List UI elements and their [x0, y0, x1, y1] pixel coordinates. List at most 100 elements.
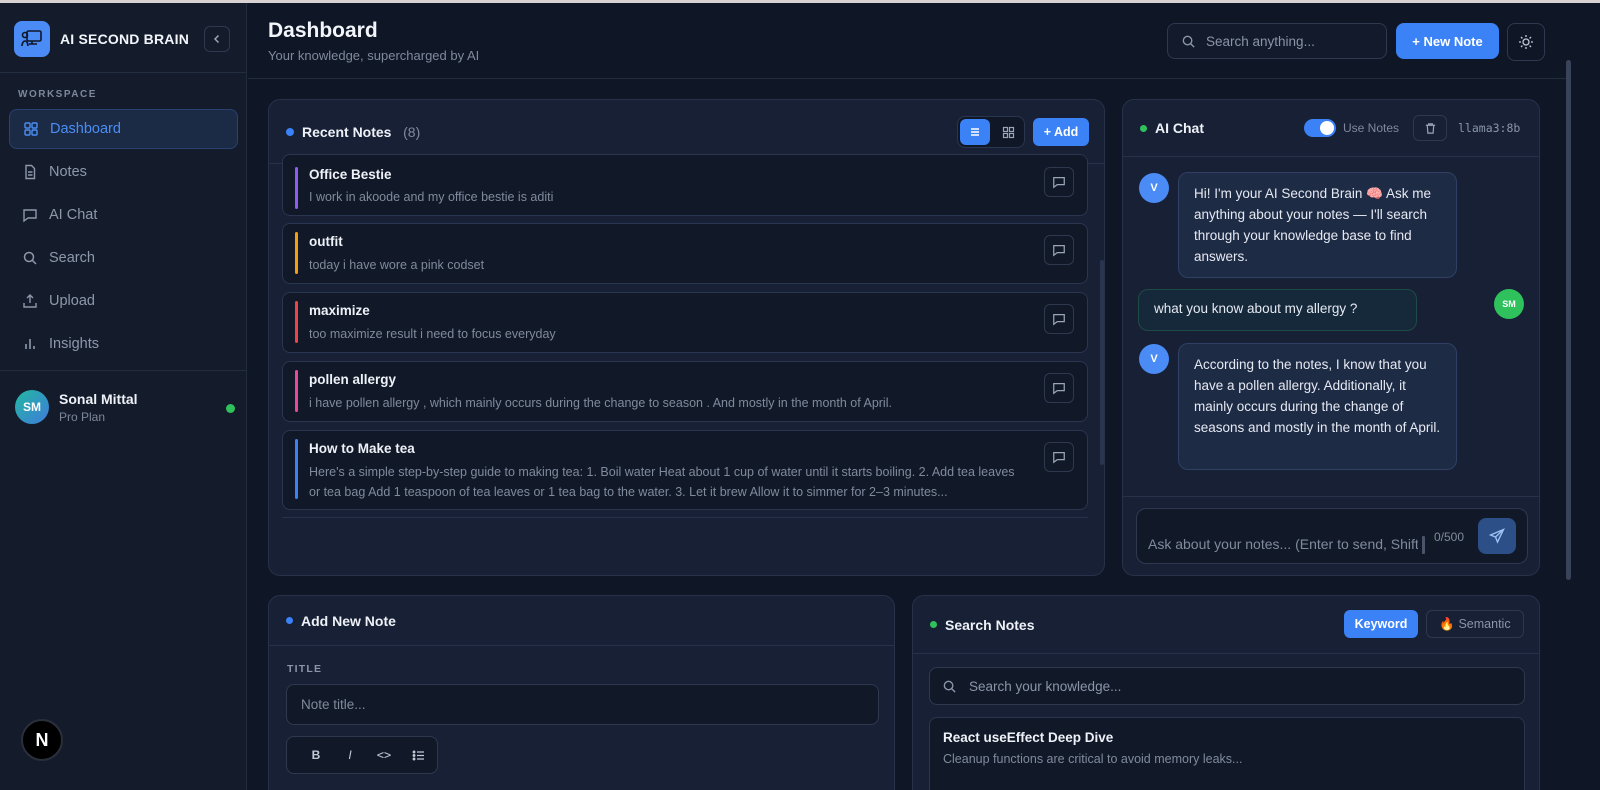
- sidebar-item-search[interactable]: Search: [9, 238, 238, 278]
- list-item[interactable]: Office Bestie I work in akoode and my of…: [282, 154, 1088, 216]
- message-icon: [21, 207, 38, 224]
- bold-button[interactable]: B: [299, 742, 333, 768]
- sidebar-item-insights[interactable]: Insights: [9, 324, 238, 364]
- note-title: How to Make tea: [309, 441, 415, 456]
- chat-with-note-button[interactable]: [1044, 442, 1074, 472]
- theme-toggle-button[interactable]: [1507, 23, 1545, 61]
- message-icon: [1053, 452, 1065, 464]
- search-placeholder: Search your knowledge...: [969, 678, 1122, 694]
- bot-message: Hi! I'm your AI Second Brain 🧠 Ask me an…: [1178, 172, 1457, 278]
- note-title: pollen allergy: [309, 372, 397, 387]
- semantic-mode-button[interactable]: 🔥 Semantic: [1426, 610, 1524, 638]
- list-item[interactable]: maximize too maximize result i need to f…: [282, 292, 1088, 353]
- user-profile[interactable]: SM Sonal Mittal Pro Plan: [15, 390, 235, 424]
- sidebar-item-ai-chat[interactable]: AI Chat: [9, 195, 238, 235]
- sidebar-item-label: Insights: [49, 336, 99, 352]
- brain-computer-icon: [14, 21, 50, 57]
- sidebar-item-label: Upload: [49, 293, 95, 309]
- recent-notes-title: Recent Notes (8): [302, 124, 420, 140]
- global-search-input[interactable]: Search anything...: [1167, 23, 1387, 59]
- use-notes-label: Use Notes: [1343, 121, 1400, 135]
- send-button[interactable]: [1478, 518, 1516, 554]
- list-divider: [282, 517, 1088, 518]
- note-color-bar: [295, 301, 298, 343]
- brand[interactable]: AI SECOND BRAIN: [14, 21, 189, 57]
- use-notes-toggle[interactable]: [1304, 119, 1336, 137]
- sidebar-item-label: AI Chat: [49, 207, 98, 223]
- result-body: Cleanup functions are critical to avoid …: [943, 752, 1243, 766]
- status-dot: [930, 621, 937, 628]
- online-status-dot: [226, 404, 235, 413]
- note-title: Office Bestie: [309, 167, 392, 182]
- upload-icon: [21, 293, 38, 310]
- search-notes-card: Search Notes Keyword 🔥 Semantic Search y…: [912, 595, 1540, 790]
- note-color-bar: [295, 370, 298, 412]
- sidebar-item-notes[interactable]: Notes: [9, 152, 238, 192]
- grid-view-button[interactable]: [993, 119, 1023, 145]
- sidebar-divider: [0, 72, 247, 73]
- add-note-card: Add New Note TITLE Note title... B I <>: [268, 595, 895, 790]
- search-icon: [21, 250, 38, 267]
- trash-icon: [1425, 122, 1435, 134]
- sun-icon: [1519, 35, 1533, 49]
- list-item[interactable]: outfit today i have wore a pink codset: [282, 223, 1088, 284]
- bar-chart-icon: [21, 336, 38, 353]
- add-note-button[interactable]: + Add: [1033, 118, 1089, 146]
- note-title: outfit: [309, 234, 343, 249]
- chat-with-note-button[interactable]: [1044, 373, 1074, 403]
- note-body: today i have wore a pink codset: [309, 258, 485, 272]
- page-title: Dashboard: [268, 19, 378, 42]
- note-title-input[interactable]: Note title...: [286, 684, 879, 725]
- page-scrollbar[interactable]: [1566, 60, 1571, 580]
- sidebar-item-label: Notes: [49, 164, 87, 180]
- search-result-item[interactable]: React useEffect Deep Dive Cleanup functi…: [929, 717, 1525, 790]
- keyword-mode-button[interactable]: Keyword: [1344, 610, 1418, 638]
- message-icon: [1053, 245, 1065, 257]
- ai-chat-header: AI Chat Use Notes llama3:8b: [1123, 100, 1539, 157]
- bot-avatar: V: [1139, 173, 1169, 203]
- app-name: AI SECOND BRAIN: [60, 31, 190, 47]
- notes-count: (8): [403, 124, 421, 140]
- grid-icon: [22, 121, 39, 138]
- result-title: React useEffect Deep Dive: [943, 730, 1114, 745]
- note-color-bar: [295, 167, 298, 209]
- send-icon: [1489, 528, 1505, 544]
- collapse-sidebar-button[interactable]: [204, 26, 230, 52]
- next-badge-button[interactable]: N: [21, 719, 63, 761]
- bot-avatar: V: [1139, 344, 1169, 374]
- chat-input[interactable]: Ask about your notes... (Enter to send, …: [1136, 508, 1528, 564]
- status-dot: [1140, 125, 1147, 132]
- notes-scrollbar[interactable]: [1100, 260, 1104, 465]
- search-notes-title: Search Notes: [945, 617, 1035, 633]
- new-note-button[interactable]: + New Note: [1396, 23, 1499, 59]
- status-dot: [286, 617, 293, 624]
- char-count: 0/500: [1434, 530, 1465, 544]
- chat-with-note-button[interactable]: [1044, 167, 1074, 197]
- chat-with-note-button[interactable]: [1044, 235, 1074, 265]
- toggle-knob: [1320, 121, 1334, 135]
- note-title: maximize: [309, 303, 370, 318]
- sidebar-item-upload[interactable]: Upload: [9, 281, 238, 321]
- bulleted-list-button[interactable]: [401, 742, 435, 768]
- add-note-title: Add New Note: [301, 613, 396, 629]
- sidebar-item-label: Search: [49, 250, 95, 266]
- list-item[interactable]: pollen allergy i have pollen allergy , w…: [282, 361, 1088, 422]
- ai-chat-title: AI Chat: [1155, 120, 1204, 136]
- sidebar-item-dashboard[interactable]: Dashboard: [9, 109, 238, 149]
- clear-chat-button[interactable]: [1413, 115, 1447, 141]
- search-placeholder: Search anything...: [1206, 33, 1315, 49]
- code-button[interactable]: <>: [367, 742, 401, 768]
- chat-with-note-button[interactable]: [1044, 304, 1074, 334]
- message-icon: [1053, 383, 1065, 395]
- list-icon: [971, 128, 979, 136]
- note-body: i have pollen allergy , which mainly occ…: [309, 396, 892, 410]
- chat-divider: [1123, 496, 1539, 497]
- user-plan: Pro Plan: [59, 409, 106, 424]
- knowledge-search-input[interactable]: Search your knowledge...: [929, 667, 1525, 705]
- note-color-bar: [295, 439, 298, 499]
- bot-message: According to the notes, I know that you …: [1178, 343, 1457, 470]
- card-title-text: Recent Notes: [302, 124, 392, 140]
- list-view-button[interactable]: [960, 119, 990, 145]
- list-item[interactable]: How to Make tea Here's a simple step-by-…: [282, 430, 1088, 510]
- italic-button[interactable]: I: [333, 742, 367, 768]
